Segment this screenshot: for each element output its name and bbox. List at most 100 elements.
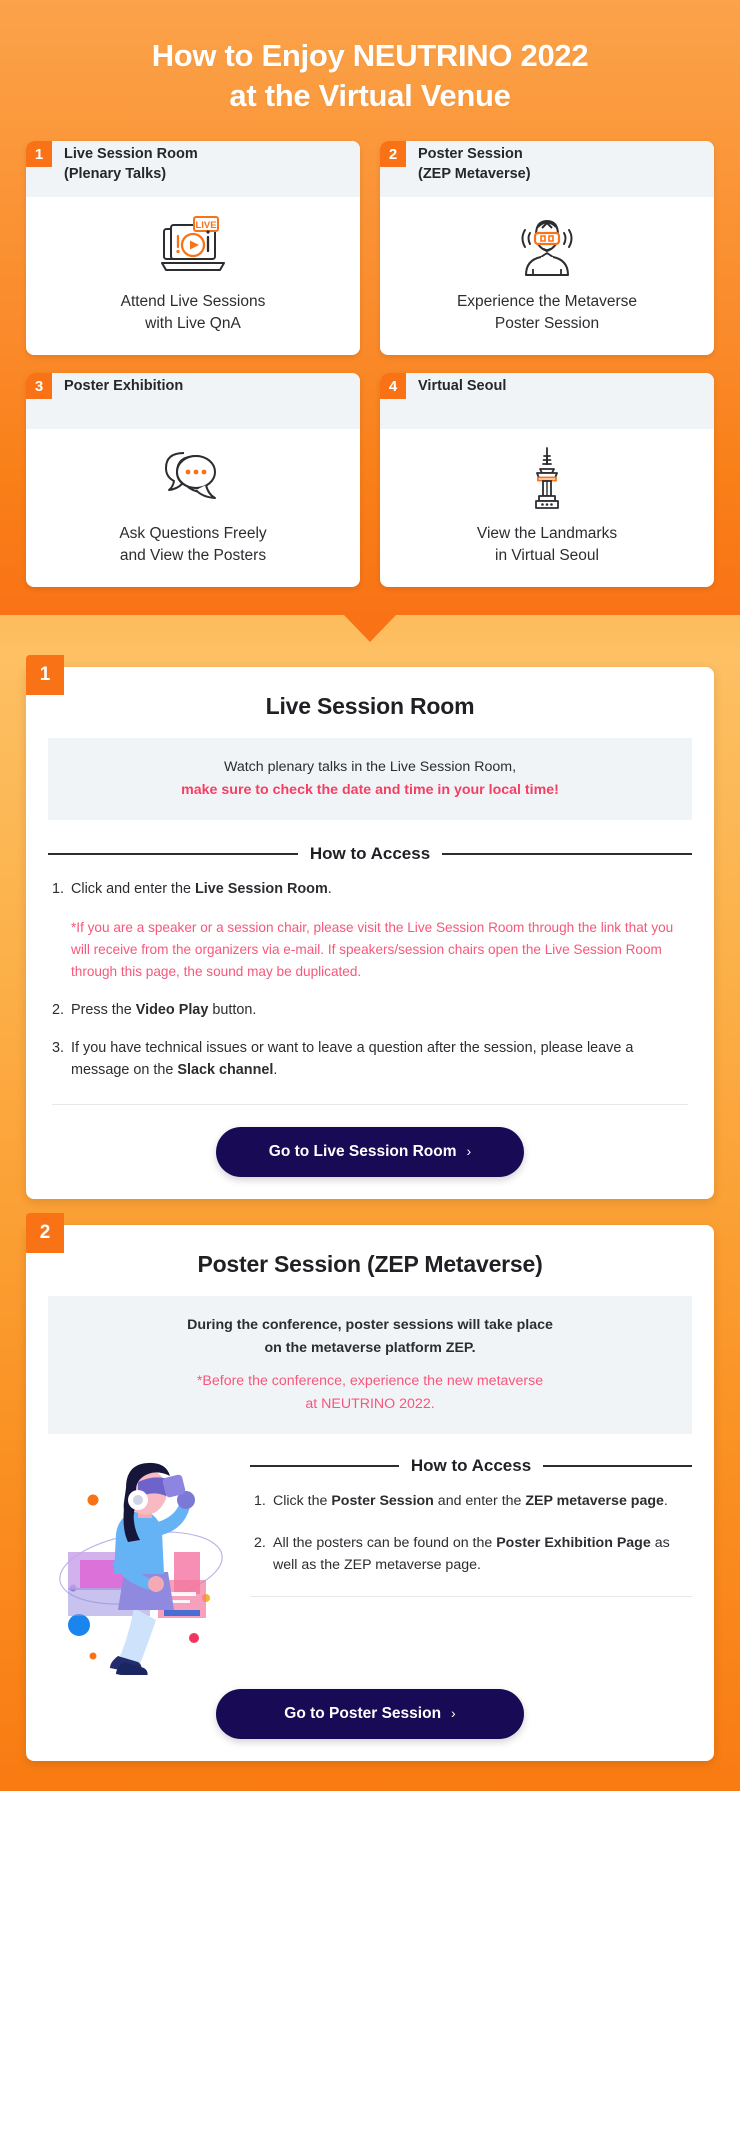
- feature-card-title: Poster Exhibition: [52, 373, 193, 406]
- step-text-part: and enter the: [433, 1492, 526, 1509]
- how-to-access-heading: How to Access: [48, 844, 693, 864]
- access-step: 1. Click and enter the Live Session Room…: [52, 878, 688, 982]
- chevron-right-icon: ›: [451, 1704, 456, 1721]
- feature-card-body: LIVE Attend Live Sessions with Live QnA: [26, 197, 360, 355]
- live-laptop-icon: LIVE: [158, 215, 228, 277]
- feature-card-header: 1 Live Session Room (Plenary Talks): [26, 141, 360, 198]
- feature-card-title-line-1: Live Session Room: [64, 146, 198, 163]
- heading-rule-left: [48, 853, 298, 856]
- feature-card-caption: Ask Questions Freely and View the Poster…: [119, 523, 266, 567]
- step-text-part: button.: [208, 1001, 257, 1018]
- access-step: 1. Click the Poster Session and enter th…: [254, 1490, 692, 1512]
- step-text: If you have technical issues or want to …: [71, 1037, 688, 1082]
- caption-line-1: Attend Live Sessions: [120, 293, 266, 311]
- go-to-live-session-room-button[interactable]: Go to Live Session Room ›: [216, 1126, 524, 1177]
- caption-line-1: Ask Questions Freely: [119, 525, 267, 543]
- step-text: Press the Video Play button.: [71, 999, 256, 1021]
- vr-woman-illustration: [59, 1462, 223, 1675]
- detail-sections: 1 Live Session Room Watch plenary talks …: [0, 653, 740, 1791]
- seoul-tower-icon: [524, 447, 570, 510]
- feature-card-title-line-1: Poster Session: [418, 146, 523, 163]
- step-text-part: Click and enter the: [71, 881, 195, 898]
- feature-card-live-session-room[interactable]: 1 Live Session Room (Plenary Talks) LIVE: [26, 141, 360, 356]
- feature-card-caption: Attend Live Sessions with Live QnA: [121, 291, 266, 335]
- feature-card-caption: Experience the Metaverse Poster Session: [457, 291, 637, 335]
- chevron-right-icon: ›: [466, 1142, 472, 1159]
- feature-card-body: Ask Questions Freely and View the Poster…: [26, 429, 360, 587]
- notice-line-highlight: at NEUTRINO 2022.: [305, 1395, 435, 1412]
- feature-card-title-line-1: Poster Exhibition: [64, 378, 184, 395]
- feature-card-number-badge: 1: [26, 141, 52, 168]
- feature-card-title-line-2: (ZEP Metaverse): [418, 165, 531, 182]
- access-step: 3. If you have technical issues or want …: [52, 1037, 688, 1082]
- step-text: Click and enter the Live Session Room.: [71, 878, 332, 900]
- caption-line-2: and View the Posters: [119, 547, 267, 565]
- feature-card-virtual-seoul[interactable]: 4 Virtual Seoul View the Landmarks in Vi…: [380, 373, 714, 588]
- vr-headset-person-icon: [508, 215, 586, 277]
- access-step: 2. Press the Video Play button.: [52, 999, 688, 1021]
- step-text: All the posters can be found on the Post…: [273, 1532, 692, 1576]
- illustration-container: [38, 1442, 244, 1675]
- step-text-part: All the posters can be found on the: [273, 1534, 497, 1551]
- step-number: 1.: [254, 1492, 266, 1509]
- step-text: Click the Poster Session and enter the Z…: [273, 1490, 668, 1512]
- access-steps-list: 1. Click and enter the Live Session Room…: [52, 878, 688, 1081]
- section-notice: During the conference, poster sessions w…: [48, 1295, 692, 1434]
- step-text-part: Click the: [273, 1492, 332, 1509]
- step-number: 3.: [52, 1040, 65, 1057]
- heading-rule-right: [442, 853, 693, 856]
- section-title: Live Session Room: [265, 693, 475, 720]
- section-notice: Watch plenary talks in the Live Session …: [48, 738, 692, 821]
- heading-rule-left: [250, 1464, 399, 1467]
- how-to-access-label: How to Access: [410, 1455, 532, 1475]
- step-text-part: If you have technical issues or want to …: [71, 1040, 634, 1079]
- section-poster-session: 2 Poster Session (ZEP Metaverse) During …: [26, 1212, 714, 1761]
- step-text-emphasis: ZEP metaverse page: [525, 1492, 664, 1509]
- go-to-poster-session-button[interactable]: Go to Poster Session ›: [216, 1688, 524, 1739]
- page-title-line-1: How to Enjoy NEUTRINO 2022: [151, 38, 589, 73]
- notice-line-bold: on the metaverse platform ZEP.: [264, 1339, 476, 1356]
- feature-card-title-line-2: (Plenary Talks): [64, 165, 167, 182]
- feature-card-header: 4 Virtual Seoul: [380, 373, 714, 430]
- cta-label: Go to Live Session Room: [268, 1142, 457, 1160]
- step-text-part: Press the: [71, 1001, 136, 1018]
- feature-card-poster-session[interactable]: 2 Poster Session (ZEP Metaverse) Experie…: [380, 141, 714, 356]
- step-text-emphasis: Video Play: [135, 1001, 209, 1018]
- step-number: 2.: [52, 1001, 65, 1018]
- down-arrow-icon: [344, 615, 396, 643]
- section-title: Poster Session (ZEP Metaverse): [197, 1250, 543, 1277]
- cta-container: Go to Poster Session ›: [26, 1675, 714, 1739]
- feature-card-header: 2 Poster Session (ZEP Metaverse): [380, 141, 714, 198]
- chat-bubbles-icon: [160, 447, 226, 509]
- caption-line-1: View the Landmarks: [476, 525, 618, 543]
- caption-line-2: Poster Session: [494, 315, 600, 333]
- feature-card-caption: View the Landmarks in Virtual Seoul: [477, 523, 617, 567]
- section-number-badge: 2: [26, 1212, 64, 1253]
- caption-line-2: in Virtual Seoul: [495, 547, 599, 565]
- caption-line-1: Experience the Metaverse: [456, 293, 638, 311]
- notice-line-bold: During the conference, poster sessions w…: [187, 1316, 553, 1333]
- step-text-emphasis: Poster Exhibition Page: [496, 1534, 651, 1551]
- feature-card-title: Live Session Room (Plenary Talks): [52, 141, 208, 194]
- section-divider-notch: [0, 615, 740, 654]
- section-divider: [250, 1595, 692, 1597]
- step-text-part: .: [663, 1492, 668, 1509]
- section-live-session-room: 1 Live Session Room Watch plenary talks …: [26, 655, 714, 1199]
- caption-line-2: with Live QnA: [145, 315, 241, 333]
- notice-line-highlight: make sure to check the date and time in …: [181, 782, 559, 799]
- access-step: 2. All the posters can be found on the P…: [254, 1532, 692, 1576]
- cta-label: Go to Poster Session: [284, 1704, 442, 1722]
- section-split-layout: How to Access 1. Click the Poster Sessio…: [26, 1434, 714, 1675]
- step-number: 2.: [254, 1534, 266, 1551]
- hero-section: How to Enjoy NEUTRINO 2022 at the Virtua…: [0, 0, 740, 616]
- step-note: *If you are a speaker or a session chair…: [71, 919, 674, 979]
- feature-card-header: 3 Poster Exhibition: [26, 373, 360, 430]
- page-title-line-2: at the Virtual Venue: [229, 77, 511, 113]
- section-number-badge: 1: [26, 655, 64, 696]
- heading-rule-right: [543, 1464, 693, 1467]
- feature-card-grid: 1 Live Session Room (Plenary Talks) LIVE: [26, 141, 714, 588]
- feature-card-title: Poster Session (ZEP Metaverse): [406, 141, 541, 194]
- step-text-part: .: [273, 1062, 278, 1079]
- feature-card-body: View the Landmarks in Virtual Seoul: [380, 429, 714, 587]
- feature-card-poster-exhibition[interactable]: 3 Poster Exhibition Ask Questions Freely…: [26, 373, 360, 588]
